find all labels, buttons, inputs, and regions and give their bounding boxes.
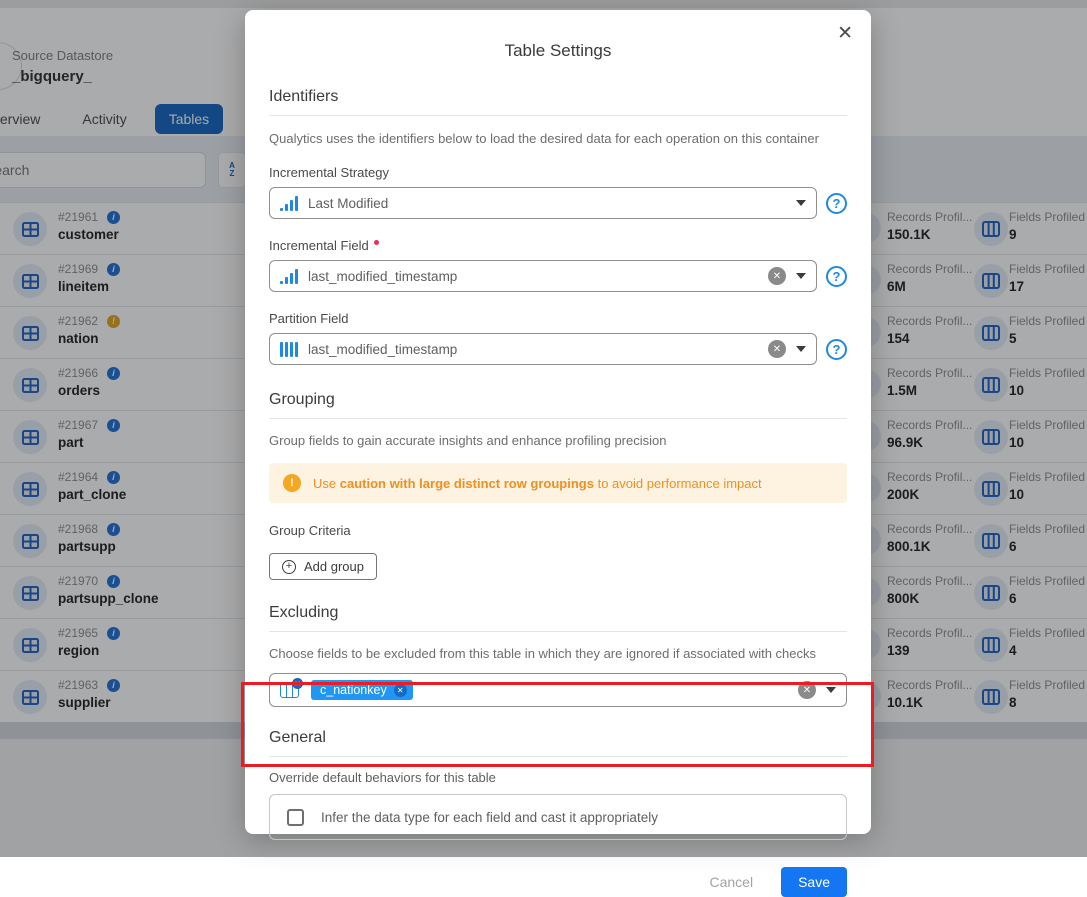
add-group-button[interactable]: + Add group	[269, 553, 377, 580]
close-icon[interactable]: ✕	[837, 24, 853, 43]
infer-data-type-option[interactable]: Infer the data type for each field and c…	[269, 794, 847, 840]
general-description: Override default behaviors for this tabl…	[269, 770, 847, 785]
divider	[269, 115, 847, 116]
cancel-button[interactable]: Cancel	[709, 874, 753, 890]
incremental-strategy-label: Incremental Strategy	[269, 165, 847, 180]
partition-field-select[interactable]: last_modified_timestamp ✕	[269, 333, 817, 365]
incremental-field-value: last_modified_timestamp	[308, 269, 760, 284]
chevron-down-icon	[796, 200, 806, 206]
chip-remove-icon[interactable]: ✕	[394, 684, 407, 697]
incremental-field-label: Incremental Field	[269, 238, 847, 253]
clear-icon[interactable]: ✕	[798, 681, 816, 699]
partition-bars-icon	[280, 342, 298, 357]
modal-title: Table Settings	[269, 41, 847, 61]
chevron-down-icon	[796, 346, 806, 352]
grouping-warning-banner: ! Use caution with large distinct row gr…	[269, 463, 847, 503]
excluded-fields-select[interactable]: ✕ c_nationkey ✕ ✕	[269, 673, 847, 707]
excluding-description: Choose fields to be excluded from this t…	[269, 646, 847, 661]
divider	[269, 418, 847, 419]
plus-circle-icon: +	[282, 560, 296, 574]
identifiers-description: Qualytics uses the identifiers below to …	[269, 131, 847, 146]
warning-text: Use caution with large distinct row grou…	[313, 476, 762, 491]
divider	[269, 756, 847, 757]
required-dot	[374, 240, 379, 245]
modal-footer: Cancel Save	[269, 867, 847, 897]
excluding-heading: Excluding	[269, 604, 847, 622]
checkbox-unchecked-icon[interactable]	[287, 809, 304, 826]
chevron-down-icon	[826, 687, 836, 693]
help-icon[interactable]: ?	[826, 339, 847, 360]
bar-chart-icon	[280, 269, 298, 284]
chevron-down-icon	[796, 273, 806, 279]
table-settings-modal: ✕ Table Settings Identifiers Qualytics u…	[245, 10, 871, 834]
incremental-strategy-value: Last Modified	[308, 196, 786, 211]
infer-data-type-label: Infer the data type for each field and c…	[321, 810, 658, 825]
warning-icon: !	[283, 474, 301, 492]
badge-x-icon: ✕	[292, 678, 303, 689]
bar-chart-icon	[280, 196, 298, 211]
identifiers-heading: Identifiers	[269, 88, 847, 106]
general-heading: General	[269, 729, 847, 747]
divider	[269, 631, 847, 632]
save-button[interactable]: Save	[781, 867, 847, 897]
incremental-field-select[interactable]: last_modified_timestamp ✕	[269, 260, 817, 292]
grouping-description: Group fields to gain accurate insights a…	[269, 433, 847, 448]
clear-icon[interactable]: ✕	[768, 267, 786, 285]
incremental-strategy-select[interactable]: Last Modified	[269, 187, 817, 219]
help-icon[interactable]: ?	[826, 266, 847, 287]
group-criteria-label: Group Criteria	[269, 523, 847, 538]
excluded-field-chip[interactable]: c_nationkey ✕	[311, 680, 413, 700]
grouping-heading: Grouping	[269, 391, 847, 409]
columns-icon: ✕	[280, 682, 299, 698]
clear-icon[interactable]: ✕	[768, 340, 786, 358]
partition-field-label: Partition Field	[269, 311, 847, 326]
partition-field-value: last_modified_timestamp	[308, 342, 760, 357]
help-icon[interactable]: ?	[826, 193, 847, 214]
